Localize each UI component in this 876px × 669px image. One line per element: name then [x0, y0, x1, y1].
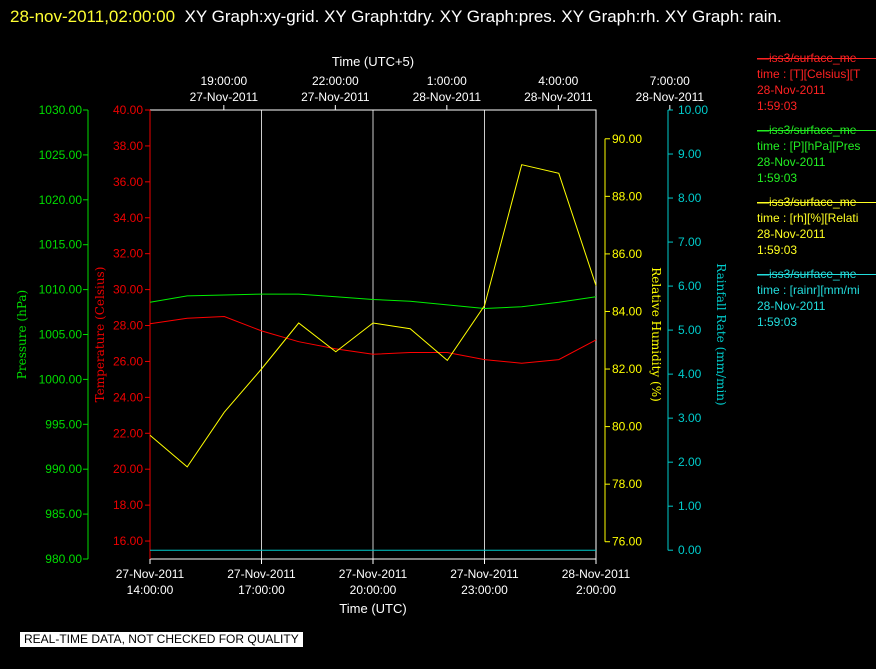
temperature-tick-label: 34.00 [113, 211, 143, 225]
legend-rain: —iss3/surface_me time : [rainr][mm/mi 28… [757, 266, 876, 330]
rain-tick-label: 6.00 [678, 279, 702, 293]
humidity-tick-label: 88.00 [612, 189, 642, 203]
x-axis-title: Time (UTC) [339, 601, 406, 616]
temperature-tick-label: 38.00 [113, 139, 143, 153]
top-tick-label-date: 27-Nov-2011 [301, 90, 370, 104]
legend-separator [757, 130, 876, 131]
pressure-tick-label: 1020.00 [39, 193, 83, 207]
top-axis-title: Time (UTC+5) [332, 54, 414, 69]
humidity-tick-label: 78.00 [612, 477, 642, 491]
rain-axis-title: Rainfall Rate (mm/min) [714, 263, 728, 405]
pressure-tick-label: 995.00 [45, 417, 82, 431]
pressure-tick-label: 1030.00 [39, 103, 83, 117]
x-tick-label-date: 27-Nov-2011 [227, 567, 296, 581]
top-tick-label-date: 28-Nov-2011 [413, 90, 482, 104]
legend-rain-field: time : [rainr][mm/mi [757, 283, 860, 297]
humidity-tick-label: 84.00 [612, 304, 642, 318]
legend-rain-date: 28-Nov-2011 [757, 299, 826, 313]
legend-humidity-field: time : [rh][%][Relati [757, 211, 859, 225]
temperature-tick-label: 30.00 [113, 283, 143, 297]
pressure-tick-label: 985.00 [45, 507, 82, 521]
legend-pressure-field: time : [P][hPa][Pres [757, 139, 861, 153]
legend-pressure: —iss3/surface_me time : [P][hPa][Pres 28… [757, 122, 876, 186]
pressure-tick-label: 1010.00 [39, 283, 83, 297]
legend-humidity-date: 28-Nov-2011 [757, 227, 826, 241]
legend-pressure-date: 28-Nov-2011 [757, 155, 826, 169]
x-tick-label-time: 14:00:00 [127, 583, 174, 597]
x-tick-label-date: 27-Nov-2011 [339, 567, 408, 581]
legend-temperature: —iss3/surface_me time : [T][Celsius][T 2… [757, 50, 876, 114]
humidity-tick-label: 80.00 [612, 420, 642, 434]
x-tick-label-time: 23:00:00 [461, 583, 508, 597]
temperature-axis-title: Temperature (Celsius) [93, 267, 107, 403]
temperature-tick-label: 40.00 [113, 103, 143, 117]
quality-disclaimer: REAL-TIME DATA, NOT CHECKED FOR QUALITY [20, 632, 303, 647]
rain-tick-label: 9.00 [678, 147, 702, 161]
top-tick-label-time: 4:00:00 [538, 74, 578, 88]
legend-humidity-time: 1:59:03 [757, 243, 798, 257]
pressure-tick-label: 990.00 [45, 462, 82, 476]
xy-graph: 27-Nov-2011 14:00:00 27-Nov-2011 17:00:00 27… [15, 54, 728, 616]
x-tick-label-time: 20:00:00 [350, 583, 397, 597]
x-tick-label-date: 27-Nov-2011 [116, 567, 185, 581]
pressure-tick-label: 980.00 [45, 552, 82, 566]
legend-temperature-time: 1:59:03 [757, 99, 798, 113]
legend-temperature-date: 28-Nov-2011 [757, 83, 826, 97]
top-tick-label-time: 7:00:00 [650, 74, 690, 88]
temperature-tick-label: 24.00 [113, 390, 143, 404]
pressure-tick-label: 1025.00 [39, 148, 83, 162]
pressure-tick-label: 1015.00 [39, 238, 83, 252]
legend-separator [757, 58, 876, 59]
temperature-tick-label: 22.00 [113, 426, 143, 440]
legend-separator [757, 202, 876, 203]
top-tick-label-date: 27-Nov-2011 [190, 90, 259, 104]
rain-tick-label: 0.00 [678, 543, 702, 557]
humidity-tick-label: 86.00 [612, 247, 642, 261]
humidity-axis-title: Relative Humidity (%) [649, 267, 663, 402]
legend-temperature-field: time : [T][Celsius][T [757, 67, 861, 81]
humidity-tick-label: 90.00 [612, 132, 642, 146]
legend-pressure-time: 1:59:03 [757, 171, 798, 185]
top-tick-label-date: 28-Nov-2011 [636, 90, 705, 104]
humidity-tick-label: 76.00 [612, 535, 642, 549]
top-tick-label-time: 22:00:00 [312, 74, 359, 88]
pressure-tick-label: 1005.00 [39, 328, 83, 342]
temperature-tick-label: 36.00 [113, 175, 143, 189]
rain-tick-label: 10.00 [678, 103, 708, 117]
rain-tick-label: 7.00 [678, 235, 702, 249]
x-tick-label-time: 2:00:00 [576, 583, 616, 597]
x-tick-label-date: 28-Nov-2011 [562, 567, 631, 581]
x-tick-label-date: 27-Nov-2011 [450, 567, 519, 581]
rain-tick-label: 4.00 [678, 367, 702, 381]
legend-separator [757, 274, 876, 275]
top-tick-label-date: 28-Nov-2011 [524, 90, 593, 104]
rain-tick-label: 3.00 [678, 411, 702, 425]
temperature-tick-label: 28.00 [113, 319, 143, 333]
top-tick-label-time: 19:00:00 [200, 74, 247, 88]
top-tick-label-time: 1:00:00 [427, 74, 467, 88]
pressure-axis-title: Pressure (hPa) [15, 290, 29, 379]
x-tick-label-time: 17:00:00 [238, 583, 285, 597]
legend-rain-time: 1:59:03 [757, 315, 798, 329]
rain-tick-label: 1.00 [678, 499, 702, 513]
rain-tick-label: 5.00 [678, 323, 702, 337]
pressure-tick-label: 1000.00 [39, 372, 83, 386]
temperature-tick-label: 32.00 [113, 247, 143, 261]
temperature-tick-label: 18.00 [113, 498, 143, 512]
legend-humidity: —iss3/surface_me time : [rh][%][Relati 2… [757, 194, 876, 258]
temperature-tick-label: 20.00 [113, 462, 143, 476]
rain-tick-label: 2.00 [678, 455, 702, 469]
humidity-tick-label: 82.00 [612, 362, 642, 376]
temperature-tick-label: 26.00 [113, 354, 143, 368]
rain-tick-label: 8.00 [678, 191, 702, 205]
temperature-tick-label: 16.00 [113, 534, 143, 548]
